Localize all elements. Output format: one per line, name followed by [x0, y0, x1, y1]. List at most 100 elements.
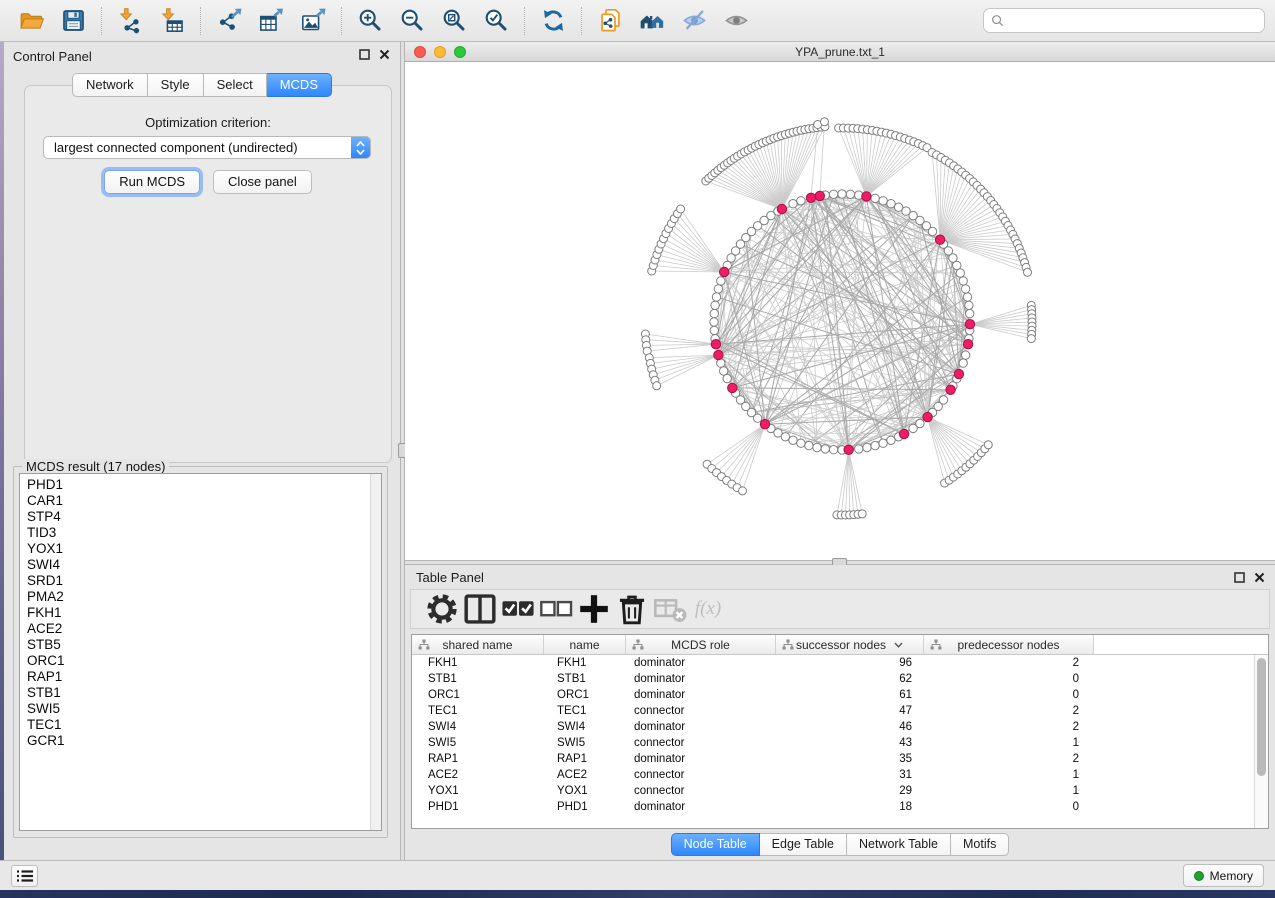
graph-node[interactable] — [939, 396, 947, 404]
search-input[interactable] — [1009, 14, 1257, 28]
graph-leaf-node[interactable] — [653, 382, 661, 390]
optimization-criterion-select[interactable]: largest connected component (undirected) — [43, 136, 371, 159]
graph-node[interactable] — [710, 309, 718, 317]
graph-node[interactable] — [710, 318, 718, 326]
graph-leaf-node[interactable] — [858, 510, 866, 518]
mcds-result-item[interactable]: TID3 — [27, 525, 370, 541]
mcds-result-item[interactable]: YOX1 — [27, 541, 370, 557]
table-row[interactable]: SWI4SWI4dominator462 — [412, 719, 1268, 735]
graph-node[interactable] — [711, 301, 719, 309]
graph-node[interactable] — [797, 439, 805, 447]
graph-node[interactable] — [805, 441, 813, 449]
mcds-result-item[interactable]: PHD1 — [27, 477, 370, 493]
mcds-result-item[interactable]: GCR1 — [27, 733, 370, 749]
graph-node[interactable] — [789, 200, 797, 208]
table-scrollbar-thumb[interactable] — [1257, 658, 1266, 776]
graph-node[interactable] — [838, 190, 846, 198]
delete-rows-icon[interactable] — [613, 592, 651, 626]
refresh-view-icon[interactable] — [532, 5, 574, 37]
graph-node[interactable] — [829, 446, 837, 454]
show-neighbors-icon[interactable] — [631, 5, 673, 37]
close-panel-button[interactable]: Close panel — [213, 170, 312, 194]
graph-node[interactable] — [712, 293, 720, 301]
search-field[interactable] — [983, 8, 1265, 33]
network-window-titlebar[interactable]: YPA_prune.txt_1 — [405, 42, 1275, 62]
mcds-result-item[interactable]: STP4 — [27, 509, 370, 525]
graph-node[interactable] — [963, 293, 971, 301]
task-history-button[interactable] — [11, 865, 38, 887]
graph-node[interactable] — [714, 285, 722, 293]
table-row[interactable]: SWI5SWI5connector431 — [412, 735, 1268, 751]
graph-node[interactable] — [916, 419, 924, 427]
graph-node[interactable] — [961, 351, 969, 359]
graph-node[interactable] — [821, 445, 829, 453]
save-session-icon[interactable] — [52, 5, 94, 37]
show-column-panel-icon[interactable] — [461, 592, 499, 626]
mcds-result-item[interactable]: SWI5 — [27, 701, 370, 717]
mcds-result-item[interactable]: ORC1 — [27, 653, 370, 669]
graph-node[interactable] — [789, 436, 797, 444]
delete-table-icon[interactable] — [651, 592, 689, 626]
column-header-shared-name[interactable]: shared name — [412, 635, 544, 654]
graph-leaf-node[interactable] — [739, 487, 747, 495]
graph-hub-node[interactable] — [806, 193, 815, 202]
graph-node[interactable] — [961, 285, 969, 293]
zoom-in-icon[interactable] — [349, 5, 391, 37]
column-header-name[interactable]: name — [544, 635, 626, 654]
float-panel-icon[interactable] — [1234, 572, 1245, 583]
close-panel-icon[interactable] — [1254, 572, 1265, 583]
graph-hub-node[interactable] — [728, 383, 737, 392]
mcds-result-item[interactable]: RAP1 — [27, 669, 370, 685]
graph-hub-node[interactable] — [760, 420, 769, 429]
tab-select[interactable]: Select — [204, 73, 267, 97]
graph-hub-node[interactable] — [720, 267, 729, 276]
graph-hub-node[interactable] — [963, 340, 972, 349]
hide-selected-icon[interactable] — [673, 5, 715, 37]
export-table-icon[interactable] — [250, 5, 292, 37]
graph-node[interactable] — [846, 190, 854, 198]
duplicate-network-icon[interactable] — [589, 5, 631, 37]
graph-node[interactable] — [871, 194, 879, 202]
export-image-icon[interactable] — [292, 5, 334, 37]
zoom-out-icon[interactable] — [391, 5, 433, 37]
tab-network[interactable]: Network — [72, 73, 148, 97]
open-file-icon[interactable] — [10, 5, 52, 37]
graph-node[interactable] — [829, 190, 837, 198]
float-panel-icon[interactable] — [359, 49, 370, 60]
table-row[interactable]: YOX1YOX1connector291 — [412, 783, 1268, 799]
mcds-result-list[interactable]: PHD1CAR1STP4TID3YOX1SWI4SRD1PMA2FKH1ACE2… — [20, 474, 370, 830]
mcds-result-item[interactable]: STB5 — [27, 637, 370, 653]
graph-hub-node[interactable] — [935, 235, 944, 244]
graph-hub-node[interactable] — [965, 320, 974, 329]
graph-node[interactable] — [959, 277, 967, 285]
graph-hub-node[interactable] — [844, 445, 853, 454]
zoom-selected-icon[interactable] — [475, 5, 517, 37]
graph-hub-node[interactable] — [954, 369, 963, 378]
graph-hub-node[interactable] — [862, 192, 871, 201]
table-row[interactable]: RAP1RAP1dominator352 — [412, 751, 1268, 767]
table-body[interactable]: FKH1FKH1dominator962STB1STB1dominator620… — [412, 655, 1268, 828]
graph-node[interactable] — [871, 441, 879, 449]
column-header-successor-nodes[interactable]: successor nodes — [776, 635, 924, 654]
mcds-result-item[interactable]: TEC1 — [27, 717, 370, 733]
graph-hub-node[interactable] — [711, 340, 720, 349]
graph-hub-node[interactable] — [923, 412, 932, 421]
export-network-icon[interactable] — [208, 5, 250, 37]
import-network-icon[interactable] — [109, 5, 151, 37]
deselect-all-rows-icon[interactable] — [537, 592, 575, 626]
mcds-result-item[interactable]: SRD1 — [27, 573, 370, 589]
graph-leaf-node[interactable] — [1027, 335, 1035, 343]
graph-leaf-node[interactable] — [821, 118, 829, 126]
zoom-fit-icon[interactable] — [433, 5, 475, 37]
graph-leaf-node[interactable] — [677, 205, 685, 213]
tab-mcds[interactable]: MCDS — [267, 73, 332, 97]
mcds-result-item[interactable]: STB1 — [27, 685, 370, 701]
mcds-result-item[interactable]: FKH1 — [27, 605, 370, 621]
tab-network-table[interactable]: Network Table — [847, 833, 951, 856]
graph-hub-node[interactable] — [777, 204, 786, 213]
tab-style[interactable]: Style — [148, 73, 204, 97]
table-row[interactable]: TEC1TEC1connector472 — [412, 703, 1268, 719]
table-row[interactable]: FKH1FKH1dominator962 — [412, 655, 1268, 671]
graph-leaf-node[interactable] — [984, 441, 992, 449]
tab-node-table[interactable]: Node Table — [671, 833, 760, 856]
